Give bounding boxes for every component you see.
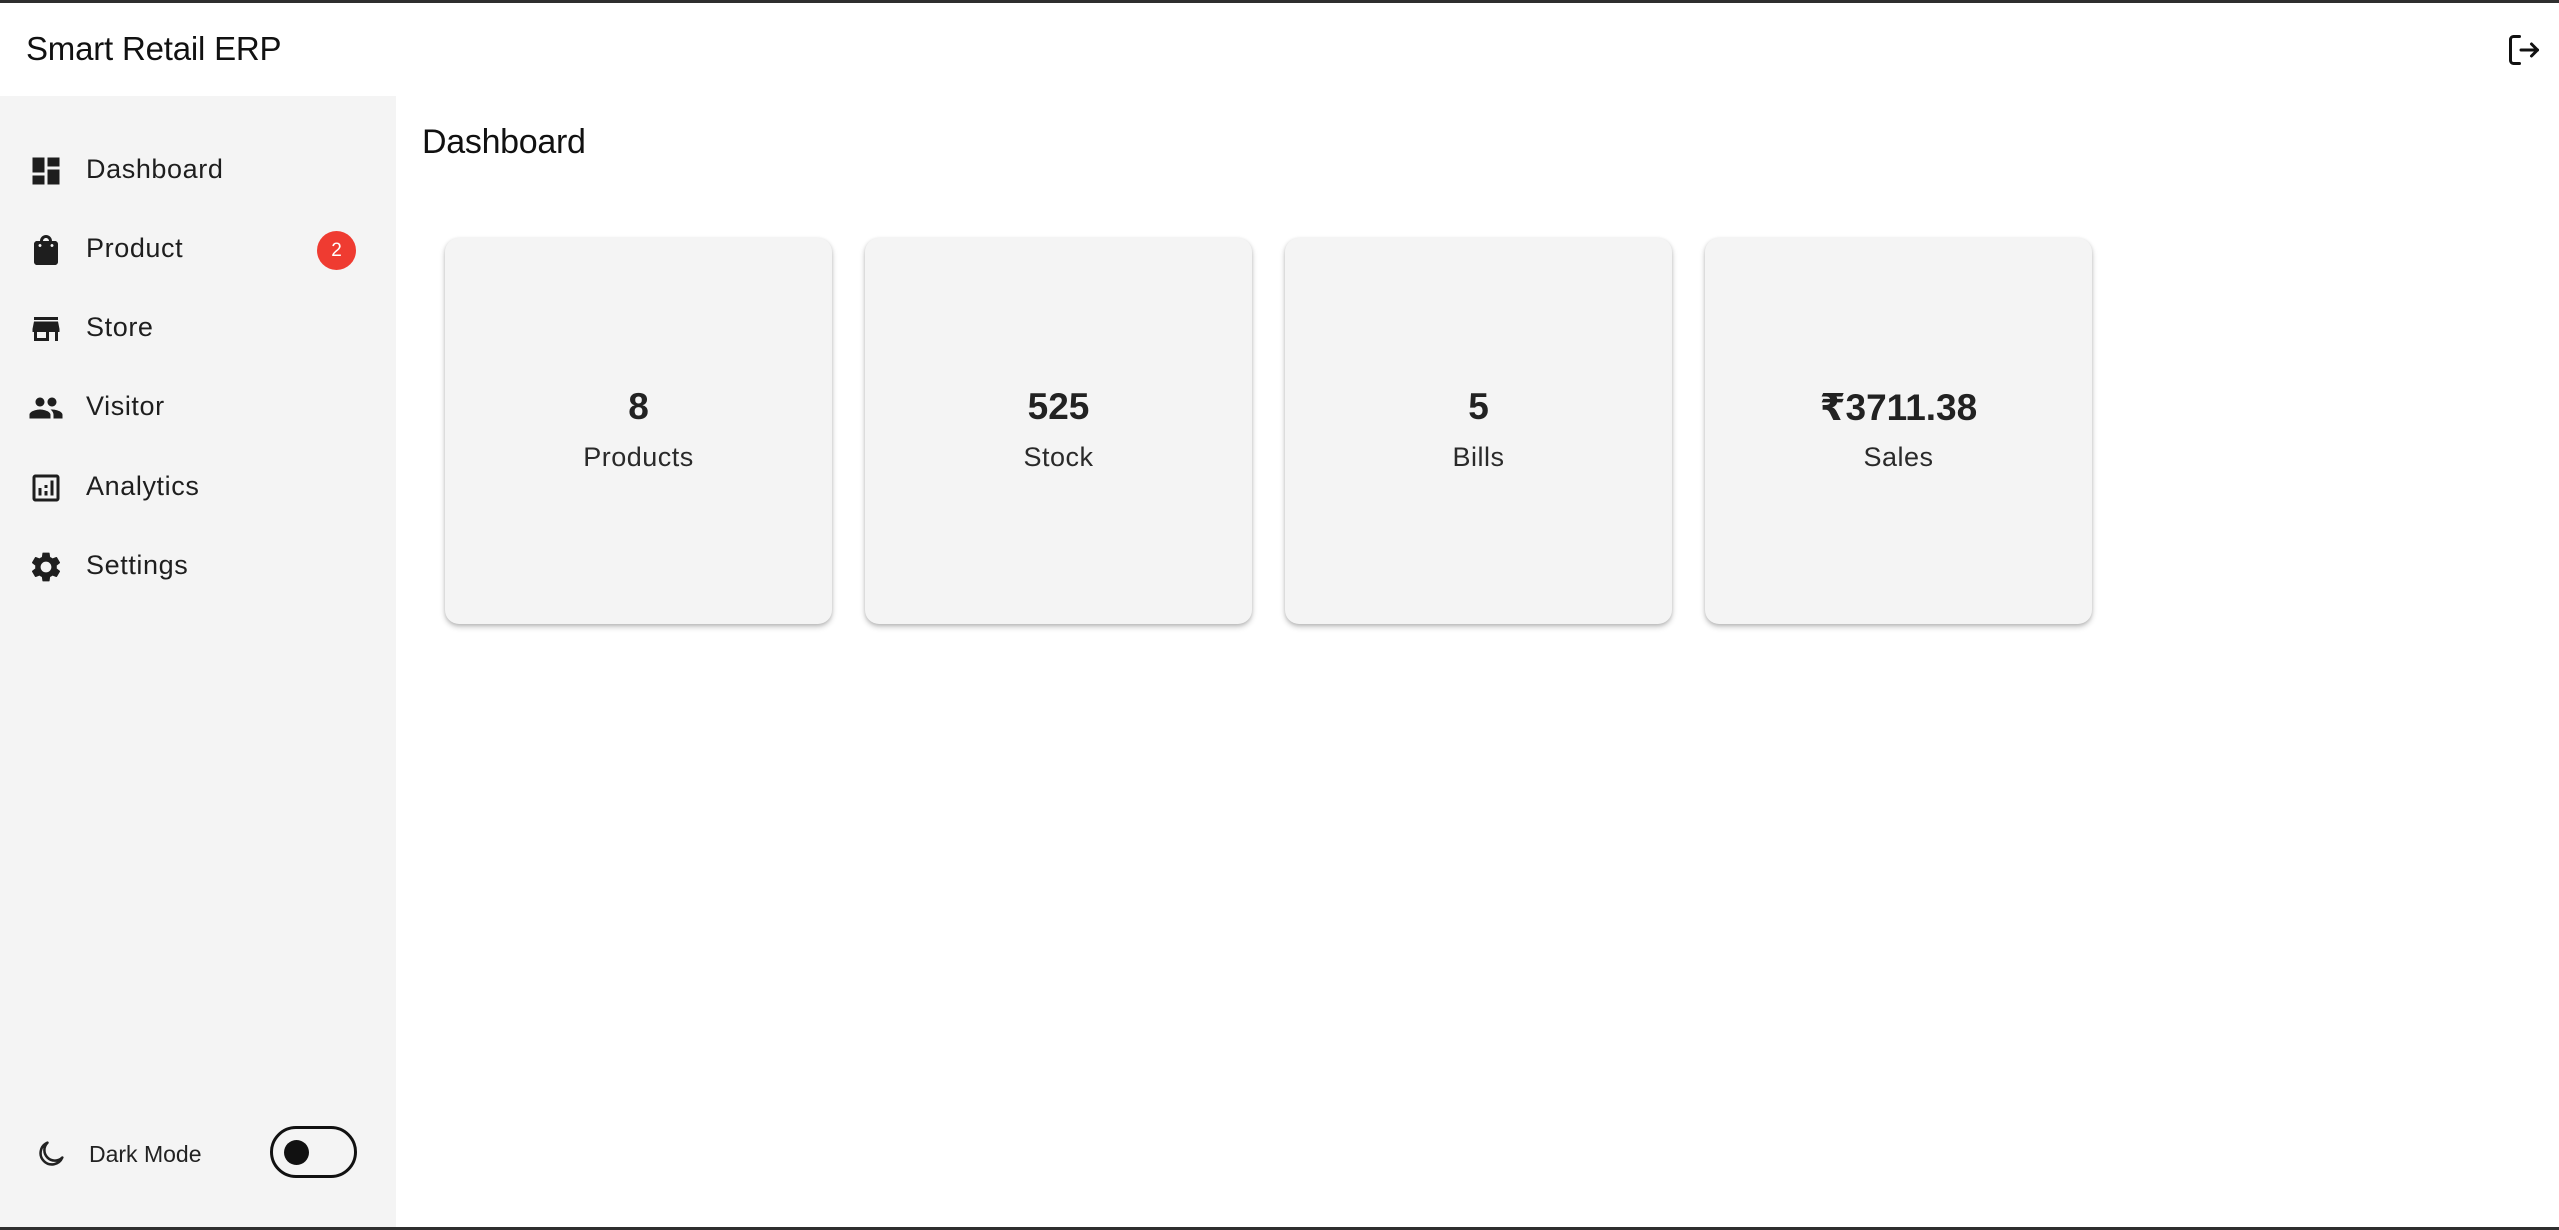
stat-card-products: 8 Products <box>445 238 832 624</box>
stat-label: Products <box>583 442 694 472</box>
sidebar-item-analytics[interactable]: Analytics <box>0 455 396 519</box>
analytics-icon <box>28 470 64 506</box>
sidebar-item-product[interactable]: Product 2 <box>0 217 396 281</box>
sidebar-item-label: Store <box>86 312 154 342</box>
stat-card-stock: 525 Stock <box>865 238 1252 624</box>
main-content: Dashboard 8 Products 525 Stock 5 Bills ₹… <box>396 96 2559 1227</box>
stat-value: 525 <box>1027 386 1090 427</box>
gear-icon <box>28 549 64 585</box>
sidebar-item-label: Dashboard <box>86 154 224 184</box>
app-bar: Smart Retail ERP <box>0 3 2559 96</box>
stat-label: Stock <box>1023 442 1094 472</box>
sidebar: Dashboard Product 2 Store Visitor Analyt… <box>0 96 396 1227</box>
sidebar-item-label: Settings <box>86 550 189 580</box>
stat-value: ₹3711.38 <box>1819 387 1978 428</box>
stat-card-bills: 5 Bills <box>1285 238 1672 624</box>
sidebar-item-dashboard[interactable]: Dashboard <box>0 138 396 202</box>
page-title: Dashboard <box>422 123 586 161</box>
app-title: Smart Retail ERP <box>26 30 282 67</box>
logout-button[interactable] <box>2506 32 2542 68</box>
dark-mode-row: Dark Mode <box>0 1121 396 1185</box>
shopping-bag-icon <box>28 232 64 268</box>
stat-value: 8 <box>628 386 649 427</box>
sidebar-item-settings[interactable]: Settings <box>0 534 396 598</box>
stat-value: 5 <box>1468 386 1489 427</box>
sidebar-item-label: Visitor <box>86 391 165 421</box>
toggle-knob <box>284 1140 309 1165</box>
store-icon <box>28 311 64 347</box>
dashboard-icon <box>28 153 64 189</box>
people-icon <box>28 390 64 426</box>
dark-mode-toggle[interactable] <box>270 1126 357 1178</box>
notification-badge: 2 <box>317 231 356 270</box>
sidebar-item-label: Product <box>86 233 184 263</box>
stat-label: Sales <box>1863 442 1934 472</box>
sidebar-item-visitor[interactable]: Visitor <box>0 375 396 439</box>
stat-label: Bills <box>1452 442 1505 472</box>
moon-icon <box>34 1137 68 1171</box>
stat-card-sales: ₹3711.38 Sales <box>1705 238 2092 624</box>
sidebar-item-label: Analytics <box>86 471 200 501</box>
logout-icon <box>2509 35 2539 65</box>
dark-mode-label: Dark Mode <box>89 1141 202 1167</box>
sidebar-item-store[interactable]: Store <box>0 296 396 360</box>
